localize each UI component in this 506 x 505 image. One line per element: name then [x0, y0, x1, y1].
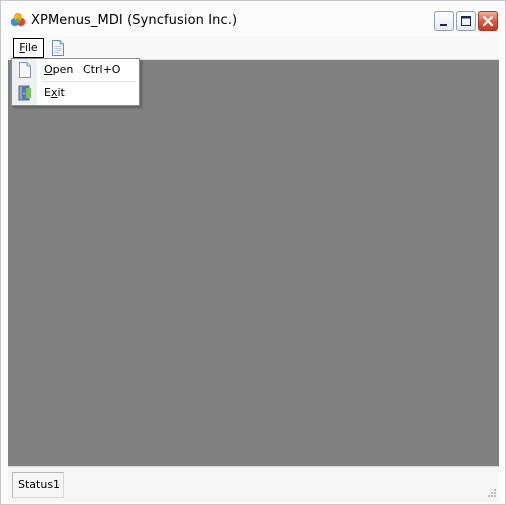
- document-icon: [19, 62, 31, 78]
- window-title: XPMenus_MDI (Syncfusion Inc.): [31, 13, 238, 28]
- close-icon: [482, 15, 494, 27]
- title-bar[interactable]: XPMenus_MDI (Syncfusion Inc.): [1, 1, 505, 37]
- syncfusion-logo-icon: [10, 12, 26, 27]
- minimize-icon: [440, 24, 447, 26]
- file-menu-label: ile: [24, 41, 38, 54]
- menu-item-exit-label: Exit: [44, 86, 65, 99]
- minimize-button[interactable]: [434, 11, 454, 31]
- mdi-client-area[interactable]: [8, 60, 499, 466]
- file-dropdown-menu: Open Ctrl+O Exit: [11, 58, 140, 106]
- close-button[interactable]: [478, 11, 498, 31]
- menu-bar: File: [8, 37, 499, 60]
- maximize-icon: [461, 16, 471, 26]
- new-document-toolbar-button[interactable]: [51, 40, 65, 56]
- menu-item-open-label: Open: [44, 63, 74, 76]
- resize-grip-icon[interactable]: [485, 488, 497, 500]
- status-bar: Status1: [8, 466, 499, 502]
- menu-item-exit[interactable]: Exit: [12, 82, 139, 104]
- file-menu[interactable]: File: [13, 38, 44, 58]
- menu-item-open-shortcut: Ctrl+O: [83, 63, 121, 76]
- status-panel: Status1: [12, 472, 64, 498]
- menu-item-open[interactable]: Open Ctrl+O: [12, 59, 139, 81]
- maximize-button[interactable]: [456, 11, 476, 31]
- exit-door-icon: [18, 85, 31, 101]
